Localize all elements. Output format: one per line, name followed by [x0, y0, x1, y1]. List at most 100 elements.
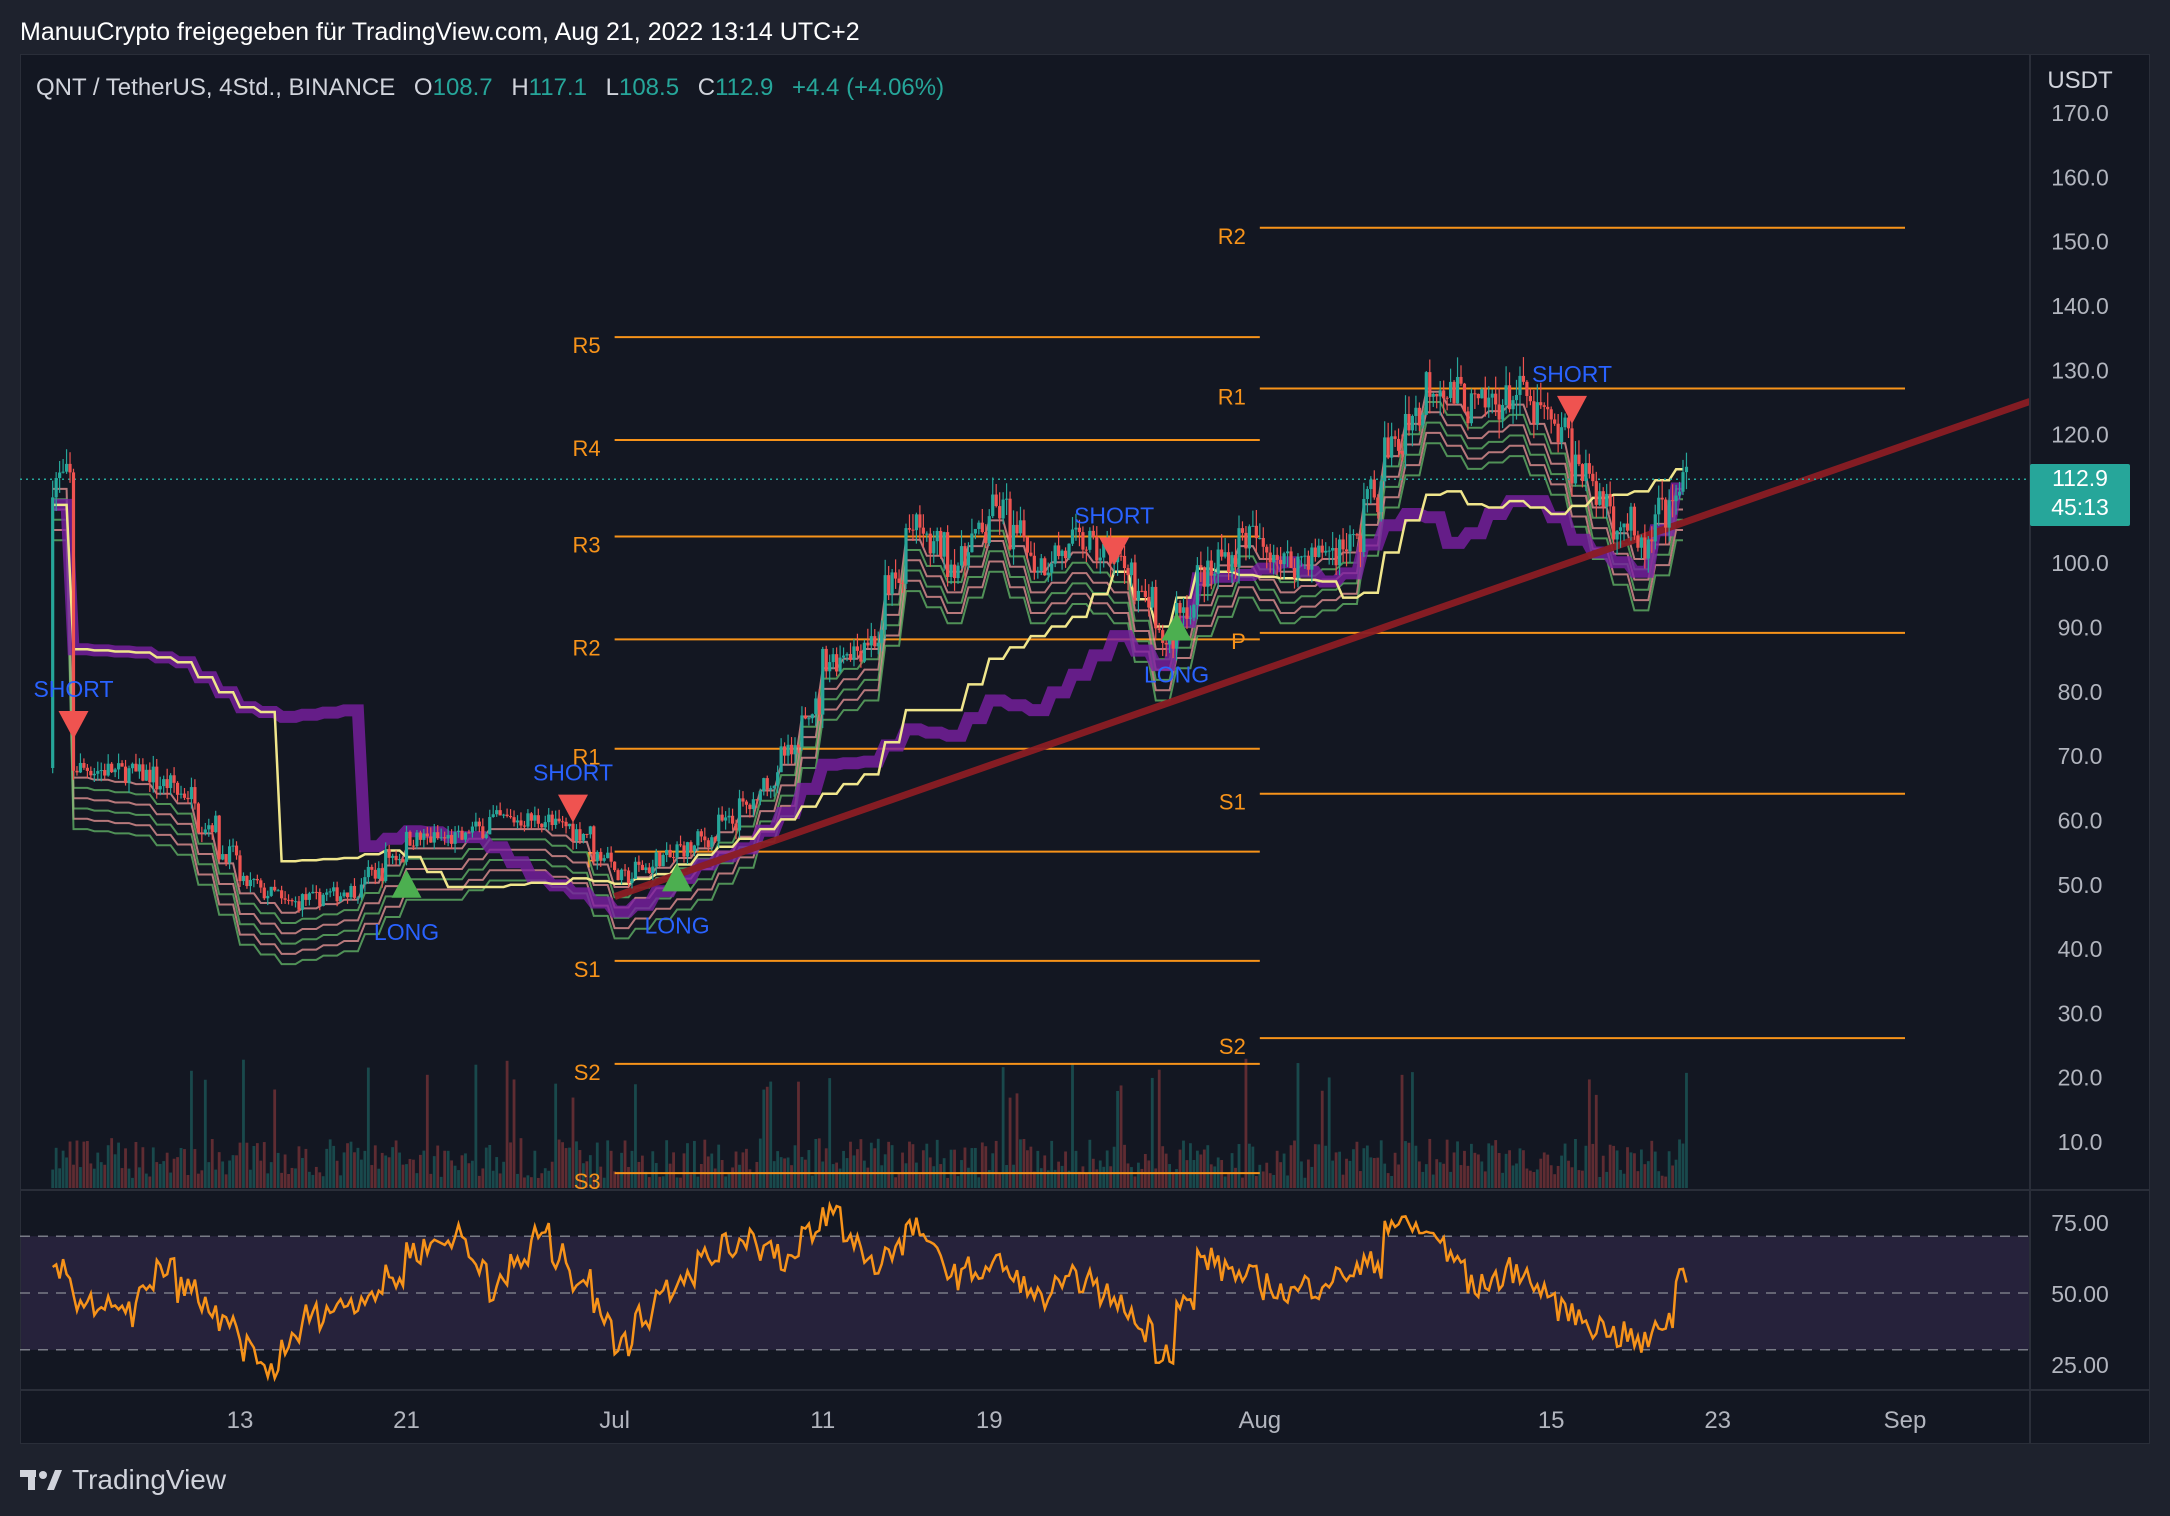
candle-body	[1528, 395, 1532, 402]
ribbon-layer	[52, 390, 1683, 966]
volume-bar	[748, 1169, 752, 1188]
candle-body	[1435, 393, 1439, 397]
candle-body	[1563, 417, 1567, 428]
candle-body	[1501, 404, 1505, 420]
candle-body	[1469, 393, 1474, 424]
volume-bar	[1182, 1140, 1185, 1188]
volume-bar	[1130, 1167, 1133, 1188]
volume-bar	[776, 1151, 780, 1188]
price-tick-label: 80.0	[2058, 679, 2103, 705]
candle-body	[966, 552, 971, 566]
candle-body	[1154, 586, 1158, 629]
candle-body	[1684, 466, 1689, 473]
volume-bar	[1601, 1155, 1605, 1188]
candle-body	[158, 786, 162, 790]
candle-body	[356, 897, 360, 899]
volume-bar	[1306, 1159, 1310, 1188]
candle-body	[1057, 545, 1061, 557]
candle-body	[859, 650, 863, 662]
volume-bar	[1393, 1152, 1397, 1188]
volume-bar	[134, 1141, 138, 1188]
tradingview-footer[interactable]: TradingView	[20, 1464, 226, 1496]
volume-bar	[1414, 1145, 1418, 1188]
candle-body	[1195, 565, 1199, 606]
candle-body	[765, 778, 769, 790]
candle-body	[64, 463, 69, 472]
candle-body	[460, 830, 464, 840]
volume-bar	[1442, 1163, 1446, 1188]
candle-body	[1213, 573, 1217, 576]
volume-bar	[866, 1167, 870, 1188]
candle-body	[404, 831, 409, 862]
pivot-label-s1: S1	[1219, 790, 1246, 815]
volume-bar	[349, 1141, 353, 1188]
volume-bar	[151, 1147, 155, 1188]
candle-body	[623, 869, 627, 871]
volume-bar	[353, 1152, 356, 1188]
price-tick-label: 150.0	[2051, 229, 2109, 255]
volume-bar	[842, 1150, 845, 1188]
volume-bar	[1123, 1144, 1126, 1188]
time-tick-label: Sep	[1884, 1407, 1927, 1434]
volume-bar	[58, 1168, 62, 1188]
candle-body	[977, 522, 981, 529]
volume-bar	[849, 1141, 852, 1188]
candle-body	[443, 837, 447, 839]
volume-bar	[1352, 1149, 1355, 1188]
candle-body	[318, 892, 322, 906]
candle-body	[1518, 375, 1522, 395]
volume-bar	[675, 1177, 679, 1188]
candle-body	[606, 852, 610, 859]
candle-body	[182, 793, 187, 798]
volume-bar	[301, 1157, 304, 1188]
candle-body	[522, 825, 527, 827]
candle-body	[515, 820, 520, 823]
candle-body	[671, 857, 676, 859]
volume-bar	[758, 1138, 762, 1188]
candle-body	[914, 514, 919, 531]
volume-bar	[1504, 1153, 1508, 1188]
candle-body	[782, 746, 787, 756]
candle-body	[363, 877, 367, 885]
candle-body	[1337, 539, 1342, 566]
candle-body	[713, 837, 717, 842]
volume-bar	[398, 1152, 401, 1188]
volume-bar	[314, 1166, 318, 1188]
candle-body	[439, 837, 443, 839]
candle-body	[224, 854, 228, 863]
volume-bar	[699, 1163, 703, 1188]
candle-body	[1507, 385, 1512, 410]
volume-bar	[498, 1173, 502, 1188]
candle-body	[1164, 642, 1168, 645]
volume-bar	[1338, 1151, 1341, 1188]
ema-ribbon-line	[52, 390, 1683, 914]
time-tick-label: 15	[1538, 1407, 1565, 1434]
volume-bar	[1678, 1139, 1681, 1188]
volume-bar	[1685, 1072, 1688, 1188]
candle-body	[921, 527, 925, 534]
candle-body	[1306, 555, 1310, 570]
candle-body	[1393, 436, 1397, 439]
volume-bar	[1317, 1144, 1321, 1188]
candle-body	[151, 766, 155, 783]
chart-canvas[interactable]: R5R4R3R2R1PS1S2S3R2R1PS1S2 SHORTLONGSHOR…	[0, 0, 2170, 1516]
candle-body	[1403, 413, 1408, 455]
volume-bar	[1251, 1146, 1255, 1188]
volume-bar	[401, 1164, 405, 1188]
candle-body	[550, 814, 554, 825]
candle-body	[710, 837, 714, 847]
volume-bar	[1417, 1161, 1421, 1188]
volume-bar	[1189, 1143, 1192, 1188]
pivot-label-p: P	[1231, 629, 1246, 654]
candle-body	[814, 698, 818, 715]
candle-body	[1133, 562, 1137, 601]
candle-body	[1070, 529, 1075, 544]
volume-bar	[686, 1143, 689, 1188]
candle-body	[1650, 539, 1654, 542]
volume-bar	[1400, 1074, 1404, 1188]
candle-body	[1192, 605, 1196, 618]
candle-body	[1039, 558, 1043, 571]
candle-body	[286, 899, 291, 901]
candle-body	[1667, 500, 1671, 528]
candle-body	[61, 471, 65, 473]
